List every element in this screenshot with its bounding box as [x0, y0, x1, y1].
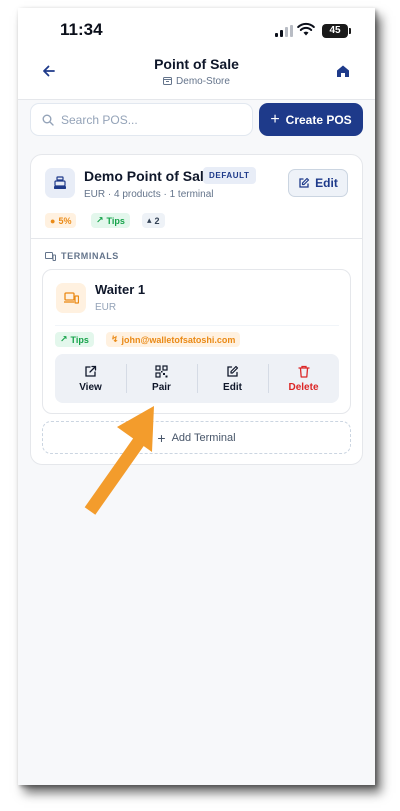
- edit-terminal-label: Edit: [223, 381, 242, 393]
- battery-indicator: 45: [322, 24, 351, 38]
- tips-chip: ↗ Tips: [91, 213, 130, 228]
- search-input[interactable]: [61, 110, 241, 130]
- store-name: Demo-Store: [176, 76, 230, 87]
- edit-pos-label: Edit: [315, 176, 338, 190]
- create-pos-label: Create POS: [285, 112, 352, 127]
- view-button[interactable]: View: [55, 354, 126, 403]
- create-pos-button[interactable]: + Create POS: [259, 103, 363, 136]
- edit-terminal-button[interactable]: Edit: [197, 354, 268, 403]
- pair-button[interactable]: Pair: [126, 354, 197, 403]
- search-icon: [42, 114, 54, 126]
- pos-card: Demo Point of Sale DEFAULT EUR · 4 produ…: [30, 154, 363, 465]
- page-title: Point of Sale: [154, 56, 239, 72]
- category-count: 2: [154, 215, 160, 226]
- delete-button[interactable]: Delete: [268, 354, 339, 403]
- tips-label: Tips: [106, 215, 125, 226]
- plus-icon: +: [270, 110, 280, 128]
- terminal-divider: [55, 325, 339, 326]
- terminals-heading: TERMINALS: [45, 251, 119, 261]
- lightning-address-chip: ↯ john@walletofsatoshi.com: [106, 332, 241, 347]
- terminals-heading-label: TERMINALS: [61, 251, 119, 261]
- tag-icon: ●: [50, 215, 56, 226]
- terminal-actions: View Pair Edit Delete: [55, 354, 339, 403]
- app-header: Point of Sale Demo-Store: [18, 50, 375, 100]
- status-bar: 11:34 45: [18, 8, 375, 50]
- status-time: 11:34: [60, 20, 103, 39]
- pair-label: Pair: [152, 381, 171, 393]
- edit-icon: [227, 365, 239, 377]
- trash-icon: [297, 365, 310, 378]
- signal-icon: [275, 25, 293, 37]
- terminal-tips-label: Tips: [70, 334, 89, 345]
- store-subtitle: Demo-Store: [18, 76, 375, 87]
- fee-value: 5%: [58, 215, 72, 226]
- trend-up-icon: ↗: [96, 215, 104, 225]
- delete-label: Delete: [288, 381, 319, 393]
- cash-register-icon: [45, 168, 75, 198]
- edit-pos-button[interactable]: Edit: [288, 169, 348, 197]
- phone-screen: 11:34 45 Point of Sale Demo-Store Search…: [18, 8, 375, 785]
- pos-meta: EUR · 4 products · 1 terminal: [84, 189, 214, 200]
- shapes-icon: ▴: [147, 215, 152, 225]
- wifi-icon: [297, 22, 315, 36]
- plus-icon: +: [157, 429, 166, 446]
- fee-chip: ● 5%: [45, 213, 77, 228]
- terminal-tips-chip: ↗ Tips: [55, 332, 94, 347]
- add-terminal-label: Add Terminal: [171, 431, 236, 444]
- terminal-name: Waiter 1: [95, 282, 146, 297]
- home-icon[interactable]: [334, 62, 352, 80]
- card-divider: [31, 238, 362, 239]
- store-icon: [163, 77, 173, 85]
- terminal-currency: EUR: [95, 302, 117, 313]
- lightning-address: john@walletofsatoshi.com: [121, 334, 236, 345]
- default-badge: DEFAULT: [203, 167, 256, 184]
- lightning-icon: ↯: [111, 334, 119, 344]
- terminal-devices-icon: [56, 283, 86, 313]
- add-terminal-button[interactable]: + Add Terminal: [42, 421, 351, 454]
- edit-icon: [299, 177, 310, 188]
- pos-name: Demo Point of Sale: [84, 168, 212, 184]
- devices-icon: [45, 251, 56, 261]
- terminal-card: Waiter 1 EUR ↗ Tips ↯ john@walletofsatos…: [42, 269, 351, 414]
- category-count-chip: ▴ 2: [142, 213, 165, 228]
- view-label: View: [79, 381, 102, 393]
- trend-up-icon: ↗: [60, 334, 68, 344]
- external-link-icon: [85, 365, 97, 377]
- search-box[interactable]: [30, 103, 253, 136]
- qr-code-icon: [155, 364, 168, 378]
